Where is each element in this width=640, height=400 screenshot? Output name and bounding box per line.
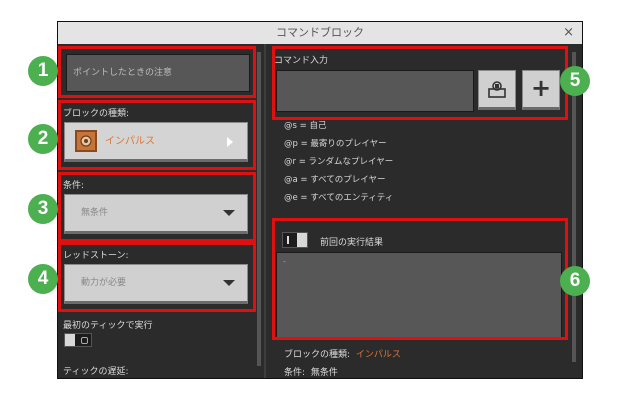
summary-block-type-value: インパルス [355,350,401,360]
callout-badge-6: 6 [560,266,590,296]
tick-delay-label: ティックの遅延: [63,367,129,377]
selector-hint-nearest: @p = 最寄りのプレイヤー [284,139,387,149]
selector-hint-all-players: @a = すべてのプレイヤー [284,175,386,185]
callout-badge-4: 4 [28,264,58,294]
highlight-box-3 [58,172,256,242]
summary-condition-label: 条件: [284,368,306,378]
summary-condition-value: 無条件 [310,368,338,378]
execute-first-tick-toggle[interactable] [64,333,92,347]
selector-hint-self: @s = 自己 [284,121,327,131]
panel-divider [264,44,266,378]
summary-condition: 条件: 無条件 [284,365,338,378]
highlight-box-5 [272,46,568,120]
execute-first-tick-label: 最初のティックで実行 [63,321,153,331]
toggle-off-icon [81,337,88,344]
toggle-knob [65,334,75,346]
summary-block-type: ブロックの種類: インパルス [284,347,401,360]
highlight-box-4 [58,242,256,312]
highlight-box-2 [58,100,256,170]
title-bar: コマンドブロック × [58,22,582,44]
left-scrollbar[interactable] [257,52,261,366]
callout-badge-2: 2 [28,124,58,154]
window-title: コマンドブロック [276,26,364,39]
selector-hint-all-entities: @e = すべてのエンティティ [284,193,394,203]
summary-block-type-label: ブロックの種類: [284,350,351,360]
callout-badge-3: 3 [28,194,58,224]
right-scrollbar[interactable] [572,52,576,362]
selector-hint-random: @r = ランダムなプレイヤー [284,157,394,167]
highlight-box-1 [58,46,256,98]
highlight-box-6 [272,218,568,340]
close-icon[interactable]: × [563,22,574,44]
callout-badge-5: 5 [560,66,590,96]
callout-badge-1: 1 [28,56,58,86]
